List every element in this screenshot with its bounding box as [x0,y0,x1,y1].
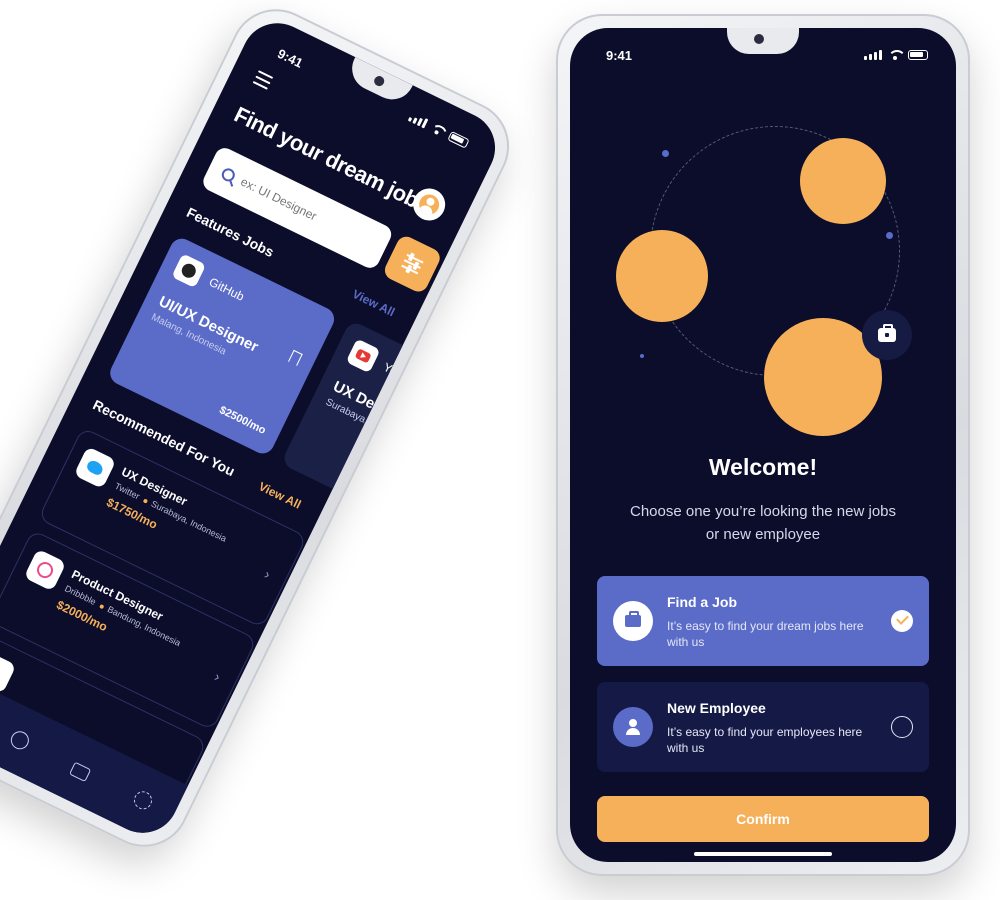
option-description: It’s easy to find your dream jobs here w… [667,619,864,649]
status-time: 9:41 [275,45,306,71]
status-time: 9:41 [606,48,633,63]
status-icons [864,50,928,60]
option-title: New Employee [667,700,766,716]
check-icon[interactable] [891,610,913,632]
signal-icon [407,112,429,129]
battery-icon [447,130,470,149]
compass-icon[interactable] [7,728,32,753]
option-find-job[interactable]: Find a Job It’s easy to find your dream … [597,576,929,666]
youtube-logo-icon [345,338,381,374]
camera-notch [344,57,413,107]
search-icon [219,165,238,184]
decor-circle [616,230,708,322]
left-phone: 9:41 Find your dream job! Features Jobs … [0,0,525,863]
wifi-icon [429,122,446,137]
job-salary: $2500/mo [217,404,268,437]
github-logo-icon [171,253,207,289]
option-description: It’s easy to find your employees here wi… [667,725,863,755]
decor-circle [800,138,886,224]
person-icon [613,707,653,747]
battery-icon [908,50,928,60]
company-name: Youtu [381,359,415,386]
option-title: Find a Job [667,594,737,610]
gear-icon[interactable] [130,788,155,813]
decor-dot [662,150,669,157]
camera-notch [727,28,799,54]
company-logo-icon [0,651,17,694]
dribbble-logo-icon [23,548,67,592]
twitter-logo-icon [73,446,117,489]
decor-dot [640,354,644,358]
welcome-title: Welcome! [708,454,818,480]
home-indicator [694,852,832,856]
filter-button[interactable] [381,233,444,295]
chevron-right-icon[interactable]: › [262,566,273,582]
briefcase-icon[interactable] [69,761,92,783]
right-phone-screen: 9:41 Welcome! Choose one you’re looking … [570,28,956,862]
confirm-button[interactable]: Confirm [597,796,929,842]
chevron-right-icon[interactable]: › [212,668,223,684]
status-icons [407,112,470,149]
left-phone-screen: 9:41 Find your dream job! Features Jobs … [0,11,508,845]
recommended-view-all-link[interactable]: View All [256,479,303,511]
decor-dot [886,232,893,239]
right-phone: 9:41 Welcome! Choose one you’re looking … [556,14,970,876]
job-location: Surabaya, Ind [323,396,385,435]
briefcase-badge [862,310,912,360]
featured-view-all-link[interactable]: View All [350,287,397,319]
briefcase-icon [613,601,653,641]
radio-icon[interactable] [891,716,913,738]
signal-icon [864,50,882,60]
option-new-employee[interactable]: New Employee It’s easy to find your empl… [597,682,929,772]
wifi-icon [888,50,906,60]
briefcase-icon [878,324,896,342]
menu-icon[interactable] [251,70,274,93]
user-icon [415,191,443,218]
welcome-subtitle: Choose one you’re looking the new jobs o… [630,503,897,543]
company-name: GitHub [206,274,247,304]
